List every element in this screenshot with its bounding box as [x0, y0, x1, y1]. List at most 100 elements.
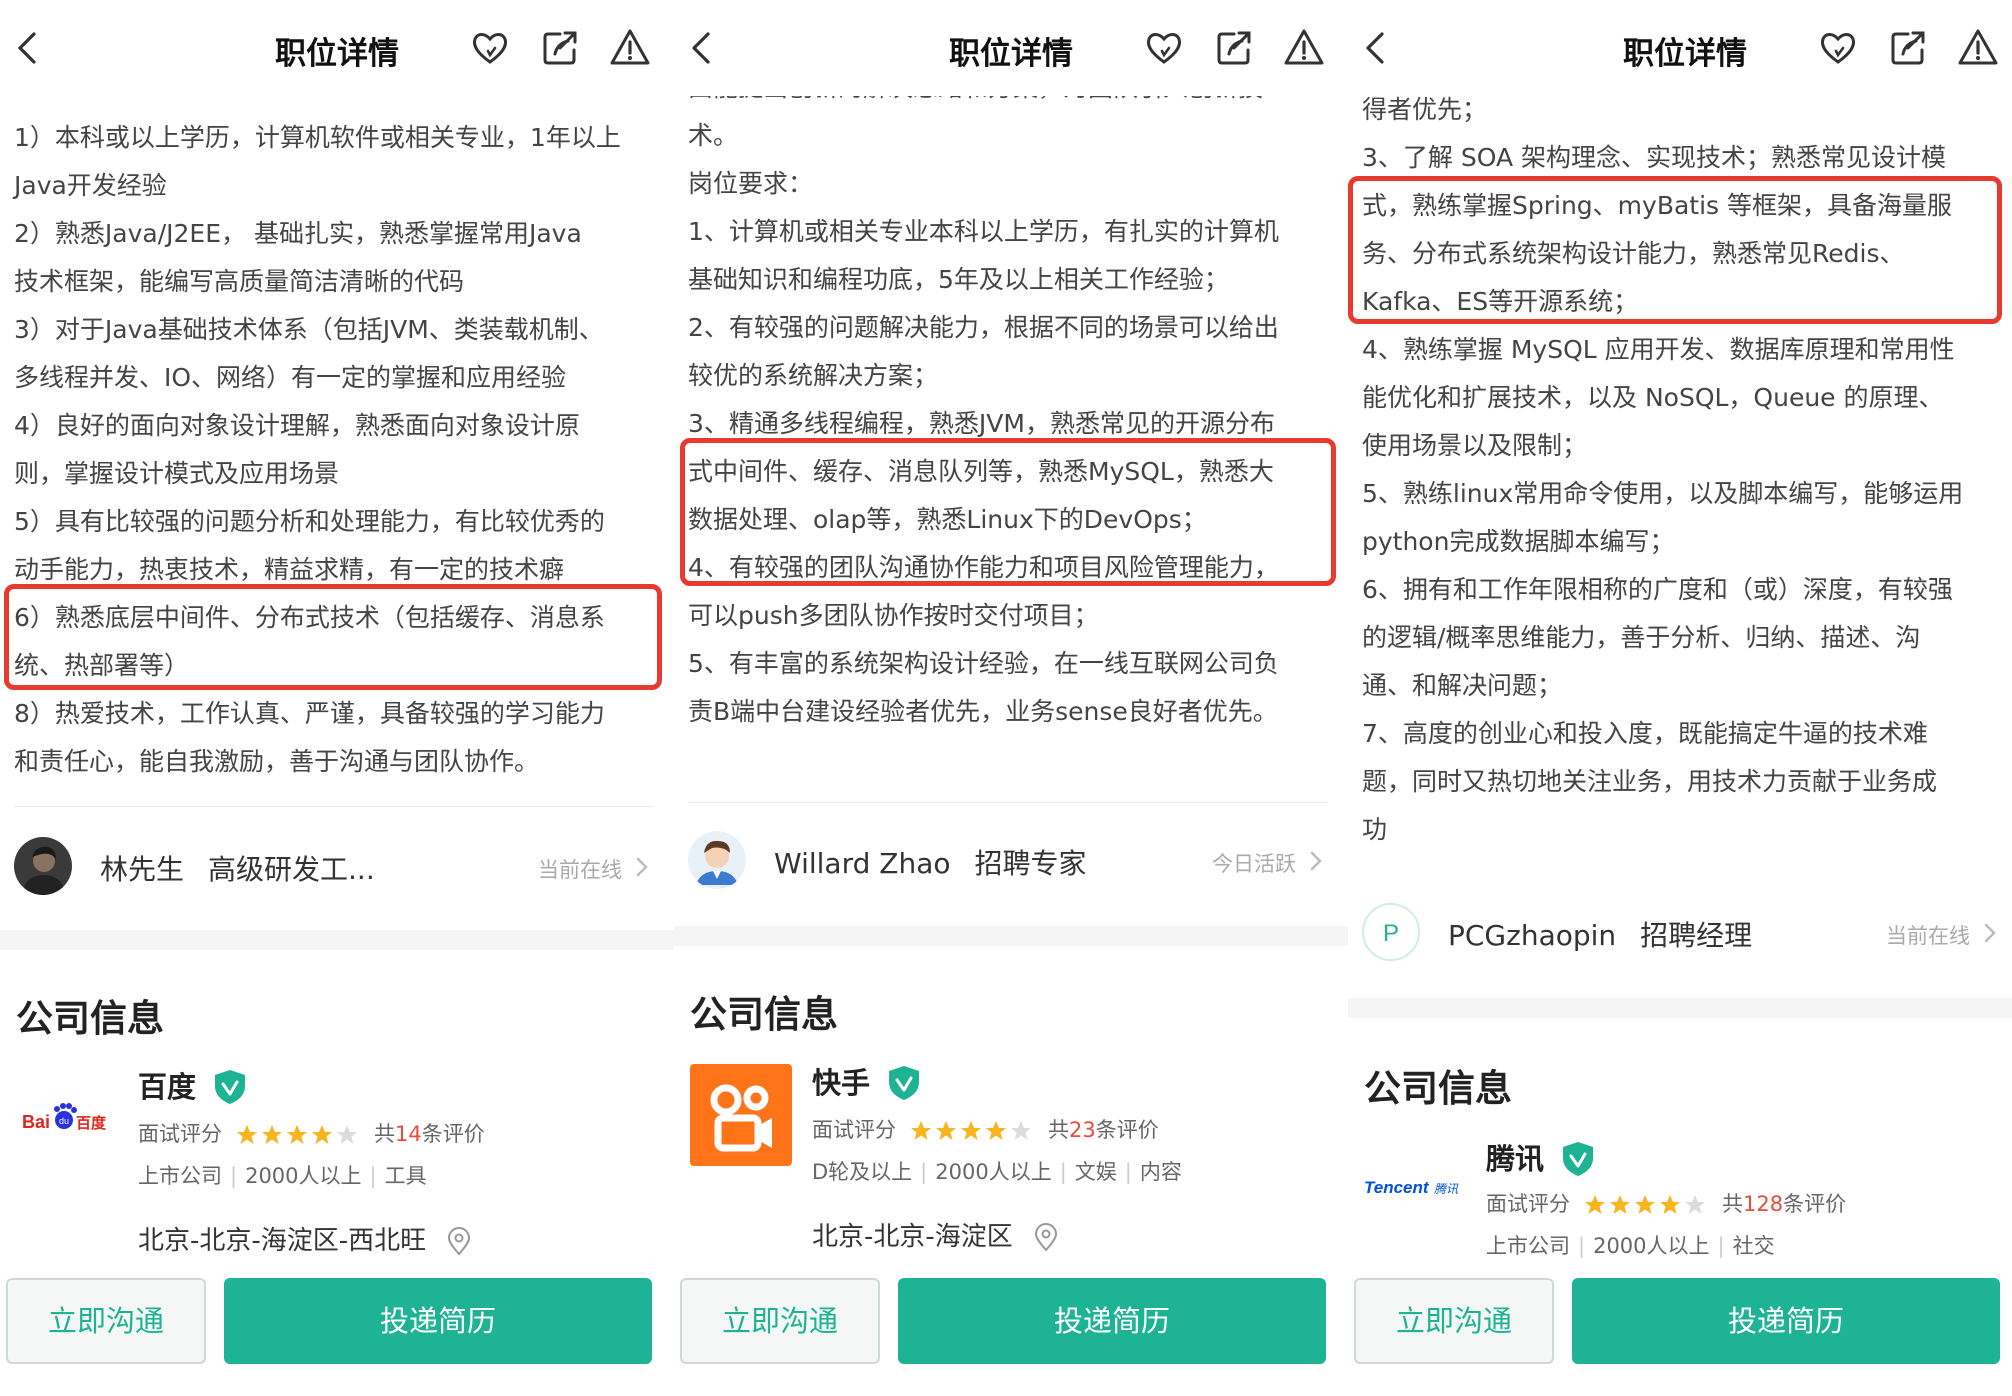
desc-line: 1、计算机或相关专业本科以上学历，有扎实的计算机: [688, 217, 1279, 246]
job-detail-panel-kuaishou: 面能提出创新的解决思路和方案，为团队引入创新技 术。 岗位要求： 1、计算机或相…: [674, 0, 1348, 1396]
desc-line: 务、分布式系统架构设计能力，熟悉常见Redis、: [1362, 239, 1905, 268]
heart-icon[interactable]: [468, 26, 512, 70]
review-count: 128: [1743, 1192, 1784, 1216]
desc-line: 2）熟悉Java/J2EE， 基础扎实，熟悉掌握常用Java: [14, 219, 582, 248]
desc-line: 岗位要求：: [688, 169, 814, 198]
chevron-right-icon: [1984, 923, 1996, 943]
review-suffix: 条评价: [1783, 1192, 1847, 1216]
divider: [14, 806, 654, 807]
company-industry: 工具: [384, 1164, 427, 1188]
recruiter-row[interactable]: Willard Zhao 招聘专家 今日活跃: [688, 826, 1332, 896]
section-gap: [1348, 998, 2012, 1018]
desc-line: 基础知识和编程功底，5年及以上相关工作经验；: [688, 265, 1229, 294]
back-arrow-icon[interactable]: [6, 26, 50, 70]
svg-text:百度: 百度: [76, 1114, 107, 1132]
review-suffix: 条评价: [1095, 1118, 1159, 1142]
chat-now-button[interactable]: 立即沟通: [6, 1278, 206, 1364]
section-gap: [0, 930, 674, 950]
desc-line: 7、高度的创业心和投入度，既能搞定牛逼的技术难: [1362, 719, 1928, 748]
recruiter-name: PCGzhaopin: [1448, 919, 1617, 952]
company-size: 2000人以上: [245, 1164, 362, 1188]
review-prefix: 共: [1048, 1118, 1069, 1142]
desc-line: 5、有丰富的系统架构设计经验，在一线互联网公司负: [688, 649, 1279, 678]
apply-button[interactable]: 投递简历: [224, 1278, 652, 1364]
section-gap: [674, 926, 1348, 946]
chevron-right-icon: [1310, 851, 1322, 871]
review-suffix: 条评价: [421, 1122, 485, 1146]
share-icon[interactable]: [1886, 26, 1930, 70]
desc-line: 则，掌握设计模式及应用场景: [14, 459, 340, 488]
address-text: 北京-北京-海淀区-西北旺: [138, 1226, 427, 1256]
desc-line: 使用场景以及限制；: [1362, 431, 1588, 460]
company-industry-2: 内容: [1139, 1160, 1182, 1184]
desc-line: 题，同时又热切地关注业务，用技术力贡献于业务成: [1362, 767, 1938, 796]
review-count: 14: [395, 1122, 422, 1146]
company-size: 2000人以上: [1593, 1234, 1710, 1258]
recruiter-role: 招聘经理: [1640, 919, 1753, 952]
heart-icon[interactable]: [1142, 26, 1186, 70]
verified-badge-icon: [889, 1066, 919, 1100]
desc-line: 2、有较强的问题解决能力，根据不同的场景可以给出: [688, 313, 1279, 342]
company-address[interactable]: 北京-北京-海淀区: [812, 1216, 1061, 1253]
svg-text:Tencent: Tencent: [1364, 1178, 1430, 1197]
recruiter-role: 招聘专家: [974, 847, 1087, 880]
recruiter-role: 高级研发工...: [208, 853, 375, 886]
desc-line: 可以push多团队协作按时交付项目；: [688, 601, 1099, 630]
company-meta: 上市公司 | 2000人以上 | 工具: [138, 1164, 427, 1188]
desc-line: 责B端中台建设经验者优先，业务sense良好者优先。: [688, 697, 1278, 726]
apply-button[interactable]: 投递简历: [1572, 1278, 2000, 1364]
job-description: 得者优先； 3、了解 SOA 架构理念、实现技术；熟悉常见设计模 式，熟练掌握S…: [1362, 86, 2002, 854]
apply-button[interactable]: 投递简历: [898, 1278, 1326, 1364]
warning-icon[interactable]: [1282, 26, 1326, 70]
online-status: 当前在线: [538, 858, 622, 882]
warning-icon[interactable]: [608, 26, 652, 70]
chat-now-button[interactable]: 立即沟通: [680, 1278, 880, 1364]
share-icon[interactable]: [1212, 26, 1256, 70]
recruiter-row[interactable]: 林先生 高级研发工... 当前在线: [14, 832, 658, 902]
section-title: 公司信息: [16, 997, 164, 1040]
verified-badge-icon: [1563, 1142, 1593, 1176]
rating-label: 面试评分: [1486, 1192, 1570, 1216]
desc-line: 通、和解决问题；: [1362, 671, 1563, 700]
share-icon[interactable]: [538, 26, 582, 70]
company-logo[interactable]: [690, 1064, 792, 1166]
back-arrow-icon[interactable]: [680, 26, 724, 70]
location-pin-icon: [448, 1226, 471, 1256]
job-description: 面能提出创新的解决思路和方案，为团队引入创新技 术。 岗位要求： 1、计算机或相…: [688, 64, 1328, 736]
company-name[interactable]: 腾讯: [1486, 1136, 1544, 1178]
rating-label: 面试评分: [138, 1122, 222, 1146]
svg-text:Bai: Bai: [22, 1112, 50, 1132]
rating-label: 面试评分: [812, 1118, 896, 1142]
section-title: 公司信息: [690, 993, 838, 1036]
desc-line: 术。: [688, 121, 739, 150]
desc-line: 统、热部署等）: [14, 651, 190, 680]
back-arrow-icon[interactable]: [1354, 26, 1398, 70]
desc-line: 3、了解 SOA 架构理念、实现技术；熟悉常见设计模: [1362, 143, 1947, 172]
star-rating: [911, 1121, 1030, 1140]
desc-line: 3）对于Java基础技术体系（包括JVM、类装载机制、: [14, 315, 604, 344]
desc-line: 动手能力，热衷技术，精益求精，有一定的技术癖: [14, 555, 565, 584]
company-name[interactable]: 百度: [138, 1064, 196, 1106]
address-text: 北京-北京-海淀区: [812, 1222, 1013, 1252]
desc-line: 6）熟悉底层中间件、分布式技术（包括缓存、消息系: [14, 603, 605, 632]
recruiter-row[interactable]: P PCGzhaopin 招聘经理 当前在线: [1362, 898, 2006, 968]
warning-icon[interactable]: [1956, 26, 2000, 70]
desc-line: 数据处理、olap等，熟悉Linux下的DevOps；: [688, 505, 1207, 534]
avatar-letter: P: [1383, 920, 1399, 947]
desc-line: 5）具有比较强的问题分析和处理能力，有比较优秀的: [14, 507, 605, 536]
company-stage: 上市公司: [1486, 1234, 1570, 1258]
review-prefix: 共: [1722, 1192, 1743, 1216]
company-name[interactable]: 快手: [812, 1060, 870, 1102]
chat-now-button[interactable]: 立即沟通: [1354, 1278, 1554, 1364]
verified-badge-icon: [215, 1070, 245, 1104]
company-logo[interactable]: Bai du 百度: [16, 1070, 118, 1172]
heart-icon[interactable]: [1816, 26, 1860, 70]
company-logo[interactable]: Tencent 腾讯: [1364, 1136, 1466, 1238]
job-description: 1）本科或以上学历，计算机软件或相关专业，1年以上 Java开发经验 2）熟悉J…: [14, 114, 654, 786]
job-detail-panel-baidu: 职位详情 1）本科或以上学历，计算机软件或相关专业，1年以上 Java开发经验 …: [0, 0, 674, 1396]
desc-line: 5、熟练linux常用命令使用，以及脚本编写，能够运用: [1362, 479, 1964, 508]
recruiter-name: Willard Zhao: [774, 847, 951, 880]
desc-line: 式，熟练掌握Spring、myBatis 等框架，具备海量服: [1362, 191, 1953, 220]
active-status: 今日活跃: [1212, 852, 1296, 876]
company-address[interactable]: 北京-北京-海淀区-西北旺: [138, 1220, 474, 1257]
